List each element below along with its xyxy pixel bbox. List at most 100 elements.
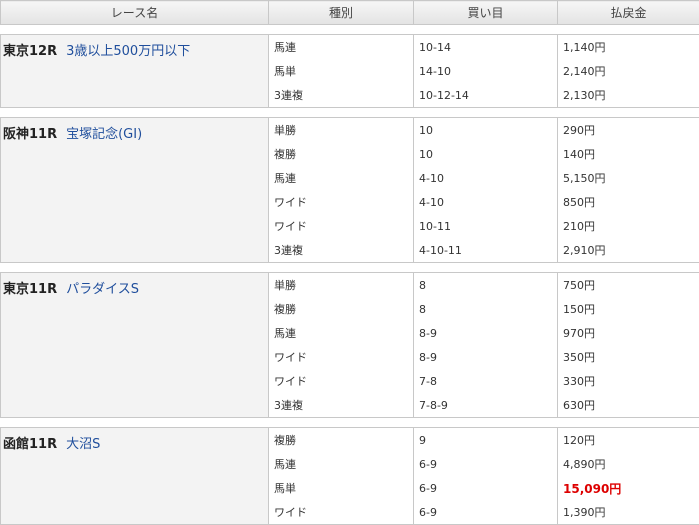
group-spacer	[1, 418, 699, 428]
race-venue: 東京11R	[3, 282, 57, 297]
header-bet-type: 種別	[269, 1, 414, 25]
race-cell: 函館11R 大沼S	[1, 428, 269, 525]
bet-combination: 9	[414, 428, 558, 453]
bet-combination: 4-10-11	[414, 238, 558, 263]
payout-amount: 630円	[563, 399, 595, 412]
payout-amount: 350円	[563, 351, 595, 364]
race-group: 阪神11R 宝塚記念(GI) 単勝10 290円複勝10 140円馬連4-10 5,150…	[1, 118, 699, 263]
spacer-cell	[1, 25, 699, 35]
payout-cell: 630円	[558, 393, 699, 418]
bet-combination: 6-9	[414, 500, 558, 525]
payout-amount: 4,890円	[563, 458, 606, 471]
bet-type: 馬連	[269, 452, 414, 476]
payout-amount: 5,150円	[563, 172, 606, 185]
bet-type: ワイド	[269, 369, 414, 393]
bet-type: 複勝	[269, 297, 414, 321]
bet-combination: 8-9	[414, 345, 558, 369]
payout-amount: 290円	[563, 124, 595, 137]
bet-type: ワイド	[269, 214, 414, 238]
table-row: 東京11R パラダイスS 単勝8 750円	[1, 273, 699, 298]
race-venue: 阪神11R	[3, 127, 57, 142]
payout-amount: 210円	[563, 220, 595, 233]
race-name-link[interactable]: 3歳以上500万円以下	[66, 44, 190, 59]
bet-type: 複勝	[269, 428, 414, 453]
bet-type: 馬単	[269, 476, 414, 500]
race-cell: 阪神11R 宝塚記念(GI)	[1, 118, 269, 263]
bet-type: ワイド	[269, 190, 414, 214]
bet-type: 単勝	[269, 118, 414, 143]
bet-type: ワイド	[269, 345, 414, 369]
bet-type: 複勝	[269, 142, 414, 166]
bet-combination: 10-14	[414, 35, 558, 60]
payout-amount: 140円	[563, 148, 595, 161]
bet-combination: 6-9	[414, 452, 558, 476]
payout-cell: 750円	[558, 273, 699, 298]
bet-combination: 8	[414, 297, 558, 321]
payout-amount: 970円	[563, 327, 595, 340]
payout-cell: 2,910円	[558, 238, 699, 263]
group-spacer	[1, 263, 699, 273]
bet-type: 馬単	[269, 59, 414, 83]
payout-amount: 150円	[563, 303, 595, 316]
header-race-name: レース名	[1, 1, 269, 25]
bet-type: 馬連	[269, 321, 414, 345]
payout-amount: 2,910円	[563, 244, 606, 257]
table-row: 阪神11R 宝塚記念(GI) 単勝10 290円	[1, 118, 699, 143]
payout-cell: 150円	[558, 297, 699, 321]
payout-cell: 850円	[558, 190, 699, 214]
bet-combination: 7-8-9	[414, 393, 558, 418]
header-row: レース名 種別 買い目 払戻金	[1, 1, 699, 25]
bet-combination: 14-10	[414, 59, 558, 83]
payout-cell: 5,150円	[558, 166, 699, 190]
bet-type: 3連複	[269, 393, 414, 418]
race-venue: 函館11R	[3, 437, 57, 452]
race-name-link[interactable]: 大沼S	[66, 437, 100, 452]
race-name-link[interactable]: 宝塚記念(GI)	[66, 127, 142, 142]
bet-type: 馬連	[269, 166, 414, 190]
race-name-link[interactable]: パラダイスS	[66, 282, 139, 297]
race-venue: 東京12R	[3, 44, 57, 59]
payout-amount: 330円	[563, 375, 595, 388]
bet-type: 単勝	[269, 273, 414, 298]
payout-cell: 2,130円	[558, 83, 699, 108]
header-payout: 払戻金	[558, 1, 699, 25]
header-combination: 買い目	[414, 1, 558, 25]
payout-amount: 1,140円	[563, 41, 606, 54]
bet-type: 馬連	[269, 35, 414, 60]
bet-combination: 10	[414, 142, 558, 166]
bet-combination: 4-10	[414, 166, 558, 190]
payout-cell: 290円	[558, 118, 699, 143]
payout-amount: 1,390円	[563, 506, 606, 519]
payout-amount: 15,090円	[563, 482, 621, 496]
bet-type: 3連複	[269, 83, 414, 108]
payout-cell: 4,890円	[558, 452, 699, 476]
bet-combination: 10-11	[414, 214, 558, 238]
spacer-cell	[1, 108, 699, 118]
race-cell: 東京12R 3歳以上500万円以下	[1, 35, 269, 108]
spacer-cell	[1, 263, 699, 273]
payout-cell: 140円	[558, 142, 699, 166]
payout-cell: 210円	[558, 214, 699, 238]
bet-combination: 8-9	[414, 321, 558, 345]
bet-combination: 4-10	[414, 190, 558, 214]
payout-cell: 120円	[558, 428, 699, 453]
payout-amount: 750円	[563, 279, 595, 292]
bet-combination: 6-9	[414, 476, 558, 500]
payout-cell: 330円	[558, 369, 699, 393]
race-group: 東京12R 3歳以上500万円以下 馬連10-14 1,140円馬単14-10 2,14…	[1, 35, 699, 108]
spacer-cell	[1, 418, 699, 428]
table-row: 函館11R 大沼S 複勝9120円	[1, 428, 699, 453]
race-group: 函館11R大沼S複勝9120円馬連6-94,890円馬単6-915,090円ワイ…	[1, 428, 699, 525]
bet-combination: 7-8	[414, 369, 558, 393]
bet-combination: 10	[414, 118, 558, 143]
race-group: 東京11R パラダイスS 単勝8 750円複勝8 150円馬連8-9 970円ワイド8-9…	[1, 273, 699, 418]
bet-type: 3連複	[269, 238, 414, 263]
payout-amount: 2,140円	[563, 65, 606, 78]
payout-cell: 1,390円	[558, 500, 699, 525]
payout-cell: 1,140円	[558, 35, 699, 60]
bet-combination: 8	[414, 273, 558, 298]
bet-combination: 10-12-14	[414, 83, 558, 108]
group-spacer	[1, 108, 699, 118]
payout-cell: 2,140円	[558, 59, 699, 83]
table-row: 東京12R 3歳以上500万円以下 馬連10-14 1,140円	[1, 35, 699, 60]
